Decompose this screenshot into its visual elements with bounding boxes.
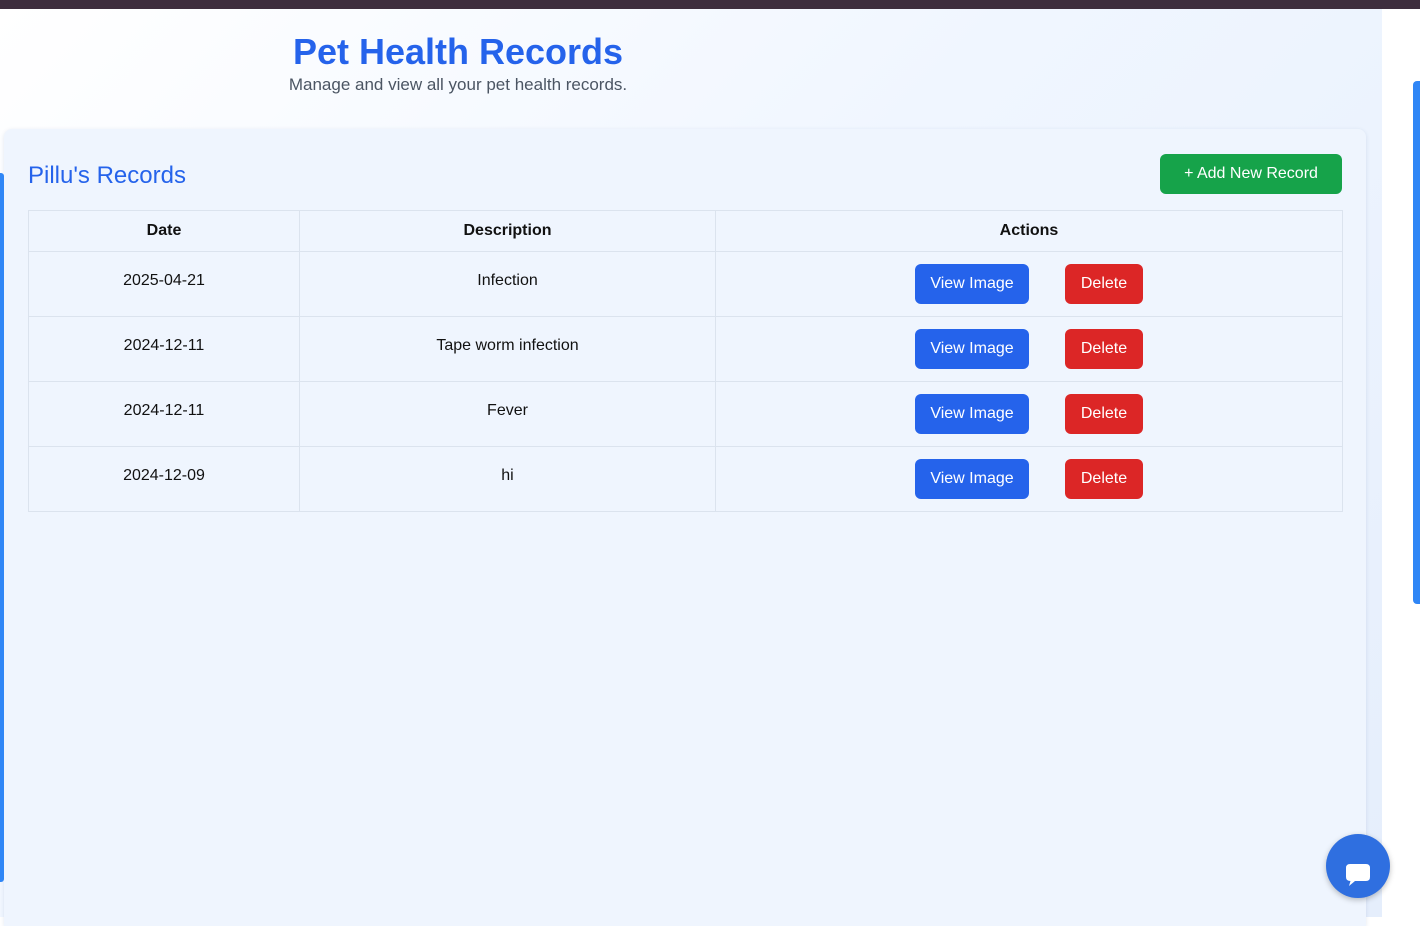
record-description: Fever: [487, 402, 528, 419]
view-image-button[interactable]: View Image: [915, 394, 1029, 434]
record-date-cell: 2024-12-11: [28, 381, 300, 447]
chat-bubble-icon: [1326, 861, 1390, 889]
delete-button[interactable]: Delete: [1065, 459, 1143, 499]
record-description-cell: hi: [299, 446, 716, 512]
view-image-button[interactable]: View Image: [915, 459, 1029, 499]
table-row: 2025-04-21 Infection View Image Delete: [28, 251, 1343, 317]
table-row: 2024-12-11 Tape worm infection View Imag…: [28, 316, 1343, 382]
delete-button[interactable]: Delete: [1065, 329, 1143, 369]
chat-button[interactable]: [1326, 834, 1390, 898]
record-date-cell: 2024-12-09: [28, 446, 300, 512]
delete-button[interactable]: Delete: [1065, 264, 1143, 304]
column-header-actions: Actions: [715, 210, 1343, 252]
record-date-cell: 2025-04-21: [28, 251, 300, 317]
record-description-cell: Infection: [299, 251, 716, 317]
record-description: hi: [501, 467, 514, 484]
view-image-button[interactable]: View Image: [915, 264, 1029, 304]
record-actions-cell: View Image Delete: [715, 381, 1343, 447]
page-title: Pet Health Records: [292, 31, 624, 72]
page-header: Pet Health Records Manage and view all y…: [250, 29, 666, 95]
record-description-cell: Tape worm infection: [299, 316, 716, 382]
column-header-description: Description: [299, 210, 716, 252]
window-top-bar: [0, 0, 1420, 9]
record-date: 2025-04-21: [123, 272, 205, 289]
left-accent-bar: [0, 173, 4, 882]
record-date: 2024-12-11: [123, 337, 205, 354]
table-row: 2024-12-09 hi View Image Delete: [28, 446, 1343, 512]
record-description: Tape worm infection: [436, 337, 579, 354]
record-actions-cell: View Image Delete: [715, 446, 1343, 512]
add-new-record-button[interactable]: + Add New Record: [1160, 154, 1342, 194]
view-image-button[interactable]: View Image: [915, 329, 1029, 369]
record-actions-cell: View Image Delete: [715, 316, 1343, 382]
record-date: 2024-12-11: [123, 402, 205, 419]
records-card: Pillu's Records + Add New Record Date De…: [4, 129, 1366, 926]
record-description-cell: Fever: [299, 381, 716, 447]
record-date: 2024-12-09: [123, 467, 205, 484]
record-date-cell: 2024-12-11: [28, 316, 300, 382]
table-row: 2024-12-11 Fever View Image Delete: [28, 381, 1343, 447]
delete-button[interactable]: Delete: [1065, 394, 1143, 434]
record-description: Infection: [477, 272, 538, 289]
scrollbar-thumb[interactable]: [1413, 81, 1420, 604]
table-header-row: Date Description Actions: [28, 210, 1343, 252]
records-card-title: Pillu's Records: [28, 162, 186, 189]
page-background: Pet Health Records Manage and view all y…: [0, 9, 1382, 926]
page-subtitle: Manage and view all your pet health reco…: [288, 75, 628, 94]
record-actions-cell: View Image Delete: [715, 251, 1343, 317]
records-table: Date Description Actions 2025-04-21 Infe…: [28, 210, 1343, 512]
column-header-date: Date: [28, 210, 300, 252]
